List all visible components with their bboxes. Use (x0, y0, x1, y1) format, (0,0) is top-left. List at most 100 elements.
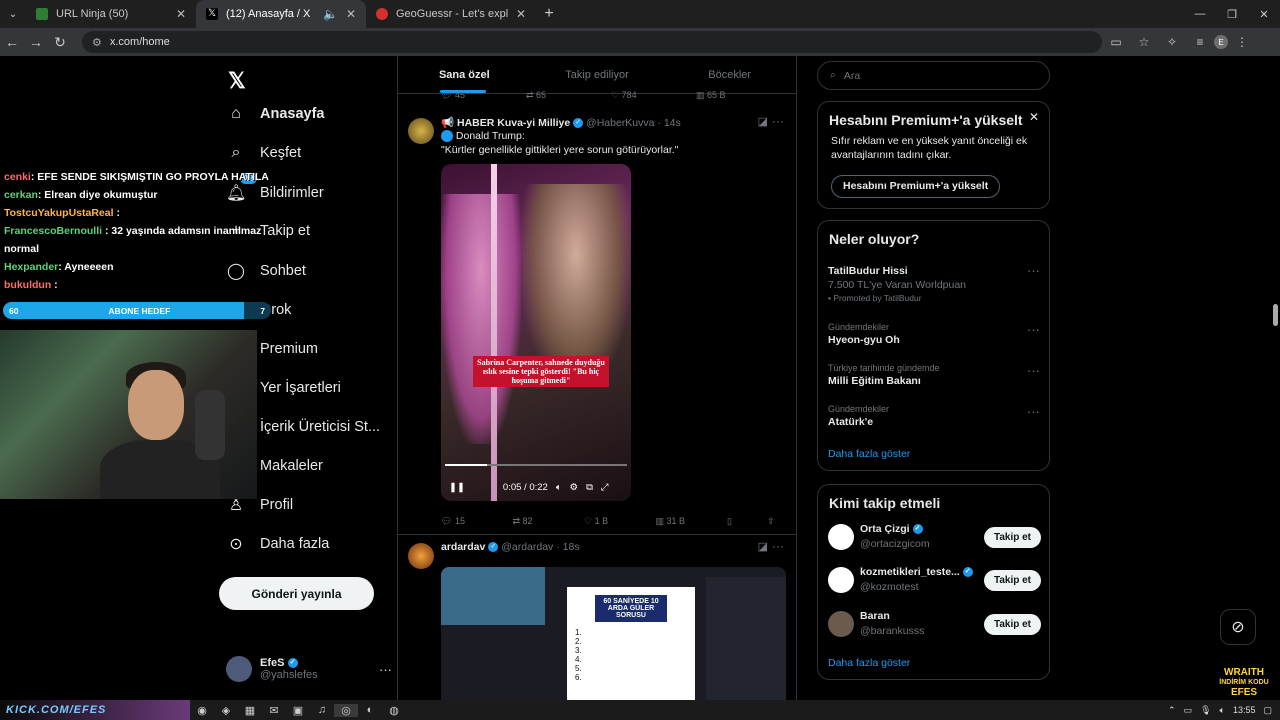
follow-button[interactable]: Takip et (983, 614, 1041, 635)
nav-home[interactable]: ⌂ Anasayfa (226, 105, 324, 123)
close-icon[interactable]: ✕ (176, 7, 186, 21)
tab-url-ninja[interactable]: URL Ninja (50) ✕ (26, 0, 196, 28)
tweet-ardardav[interactable]: ardardav ✓ @ardardav · 18s ◪ ··· 60 SANİ… (398, 535, 796, 700)
tweet-author[interactable]: HABER Kuva-yi Milliye (457, 117, 570, 129)
account-switcher[interactable]: EfeS ✓ @yahslefes ··· (226, 656, 392, 682)
more-icon[interactable]: ··· (772, 539, 784, 553)
trend-item[interactable]: Gündemdekiler Hyeon-gyu Oh ··· (828, 322, 1040, 346)
reload-icon[interactable]: ↻ (48, 34, 72, 51)
more-icon[interactable]: ··· (1027, 263, 1040, 278)
profile-avatar[interactable]: E (1214, 35, 1228, 49)
avatar[interactable] (408, 543, 434, 569)
nav-explore[interactable]: ⌕ Keşfet (226, 144, 302, 162)
scrollbar-thumb[interactable] (1273, 304, 1278, 326)
bookmark-icon[interactable]: ▯ (727, 516, 767, 527)
video-player[interactable]: Sabrina Carpenter, sahnede duyduğu ıslık… (441, 164, 631, 501)
tweet-time[interactable]: 18s (563, 541, 580, 553)
search-input[interactable]: ⌕ Ara (817, 61, 1050, 90)
speaker-icon[interactable]: 🔈 (323, 7, 338, 21)
extensions-icon[interactable]: ✧ (1158, 35, 1186, 49)
follow-suggestion[interactable]: kozmetikleri_teste... ✓ @kozmotest Takip… (828, 565, 1041, 597)
spotify-icon[interactable]: ♫ (310, 704, 334, 716)
more-icon[interactable]: ··· (1027, 363, 1040, 378)
more-icon[interactable]: ··· (1027, 322, 1040, 337)
tweet-media[interactable]: 60 SANİYEDE 10 ARDA GÜLER SORUSU 1. 2. 3… (441, 567, 786, 700)
tab-x-home[interactable]: 𝕏 (12) Anasayfa / X 🔈 ✕ (196, 0, 366, 28)
settings-icon[interactable]: ⚙ (570, 482, 579, 493)
avatar[interactable] (408, 118, 434, 144)
notifications-icon[interactable]: ▢ (1263, 705, 1272, 716)
outlook-icon[interactable]: ✉ (262, 704, 286, 717)
trend-item[interactable]: TatilBudur Hissi 7.500 TL'ye Varan World… (828, 263, 1040, 303)
back-icon[interactable]: ← (0, 34, 24, 50)
reply-count[interactable]: 💬︎ 15 (441, 516, 513, 527)
more-icon[interactable]: ··· (772, 114, 784, 128)
premium-button[interactable]: Hesabını Premium+'a yükselt (831, 175, 1001, 198)
video-progress-bar[interactable] (445, 464, 627, 466)
more-icon[interactable]: ··· (1027, 404, 1040, 419)
files-icon[interactable]: ▦ (238, 704, 262, 717)
clock[interactable]: 13:55 (1233, 705, 1256, 715)
follow-button[interactable]: Takip et (983, 570, 1041, 591)
tab-list-icon[interactable]: ⌄ (0, 9, 26, 20)
volume-icon[interactable]: 🔈︎ (556, 482, 562, 493)
post-button[interactable]: Gönderi yayınla (219, 577, 374, 610)
trend-item[interactable]: Gündemdekiler Atatürk'e ··· (828, 404, 1040, 428)
grok-floating-button[interactable]: ⊘ (1220, 609, 1256, 645)
pause-icon[interactable]: ❚❚ (449, 482, 465, 493)
tab-following[interactable]: Takip ediliyor (531, 56, 664, 93)
edge-icon[interactable]: ◉ (190, 704, 214, 717)
tweet-author[interactable]: ardardav (441, 541, 485, 553)
tweet-handle[interactable]: @ardardav (501, 541, 553, 553)
tab-geoguessr[interactable]: GeoGuessr - Let's explore the w ✕ (366, 0, 536, 28)
page-scrollbar[interactable] (1270, 56, 1280, 700)
like-count[interactable]: ♡ 1 B (584, 516, 656, 527)
close-icon[interactable]: ✕ (346, 7, 356, 21)
share-icon[interactable]: ⇪ (767, 516, 781, 527)
cast-icon[interactable]: ▭ (1102, 35, 1130, 49)
tab-for-you[interactable]: Sana özel (398, 56, 531, 93)
chevron-up-icon[interactable]: ⌃ (1168, 705, 1176, 716)
tweet-haber-kuvva[interactable]: 📢 HABER Kuva-yi Milliye ✓ @HaberKuvva · … (398, 110, 796, 535)
x-logo-icon[interactable]: 𝕏 (228, 68, 246, 94)
follow-suggestion[interactable]: Orta Çizgi ✓ @ortacizgicom Takip et (828, 522, 1041, 554)
menu-icon[interactable]: ⋮ (1228, 35, 1256, 49)
who-show-more[interactable]: Daha fazla göster (828, 657, 910, 669)
fullscreen-icon[interactable]: ⤢ (601, 482, 609, 493)
site-info-icon[interactable]: ⚙ (92, 36, 102, 49)
new-tab-button[interactable]: + (536, 5, 562, 23)
reading-list-icon[interactable]: ≡ (1186, 35, 1214, 49)
repost-count[interactable]: ⇄ 65 (526, 90, 611, 101)
close-icon[interactable]: ✕ (516, 7, 526, 21)
mic-icon[interactable]: 🎙︎ (1200, 705, 1211, 716)
trends-show-more[interactable]: Daha fazla göster (828, 448, 910, 460)
view-count[interactable]: ▥ 31 B (656, 516, 728, 527)
grok-icon[interactable]: ◪ (758, 115, 768, 128)
tweet-handle[interactable]: @HaberKuvva (586, 117, 654, 129)
obs-icon[interactable]: ◍ (382, 704, 406, 717)
forward-icon[interactable]: → (24, 34, 48, 50)
copilot-icon[interactable]: ◈ (214, 704, 238, 717)
close-window-icon[interactable]: ✕ (1248, 0, 1280, 28)
trend-item[interactable]: Türkiye tarihinde gündemde Milli Eğitim … (828, 363, 1040, 387)
follow-suggestion[interactable]: Baran @barankusss Takip et (828, 609, 1041, 641)
minimize-icon[interactable]: — (1184, 0, 1216, 28)
nav-more[interactable]: ⊙ Daha fazla (226, 534, 329, 554)
reply-count[interactable]: 💬︎ 45 (441, 90, 526, 101)
network-icon[interactable]: ▭ (1184, 705, 1193, 716)
more-icon[interactable]: ··· (379, 662, 392, 677)
view-count[interactable]: ▥ 65 B (696, 90, 781, 101)
volume-icon[interactable]: 🔈︎ (1220, 705, 1225, 716)
follow-button[interactable]: Takip et (983, 527, 1041, 548)
restore-icon[interactable]: ❐ (1216, 0, 1248, 28)
grok-icon[interactable]: ◪ (758, 540, 768, 553)
tab-bugs[interactable]: Böcekler (663, 56, 796, 93)
miniplayer-icon[interactable]: ⧉ (586, 482, 593, 493)
store-icon[interactable]: ▣ (286, 704, 310, 717)
star-icon[interactable]: ☆ (1130, 35, 1158, 49)
repost-count[interactable]: ⇄ 82 (513, 516, 585, 527)
close-icon[interactable]: ✕ (1029, 110, 1039, 124)
discord-icon[interactable]: ◐ (358, 704, 382, 716)
like-count[interactable]: ♡ 784 (611, 90, 696, 101)
chrome-icon[interactable]: ◎ (334, 703, 358, 717)
